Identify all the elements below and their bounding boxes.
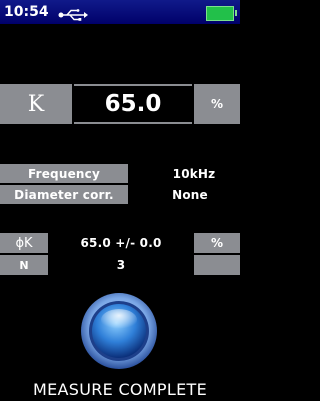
frequency-value-cell[interactable]: 10kHz <box>130 164 240 183</box>
usb-icon <box>58 6 88 25</box>
phik-value: 65.0 +/- 0.0 <box>80 236 162 250</box>
k-symbol: K <box>27 91 45 117</box>
frequency-label: Frequency <box>27 166 101 181</box>
n-unit-cell <box>194 255 240 275</box>
diameter-value-cell[interactable]: None <box>130 185 240 204</box>
frequency-label-cell: Frequency <box>0 164 128 183</box>
k-symbol-cell: K <box>0 84 72 124</box>
phik-label: ϕK <box>15 235 33 251</box>
n-label-cell: N <box>0 255 48 275</box>
n-value-cell: 3 <box>50 255 192 275</box>
status-bar: 10:54 <box>0 0 240 24</box>
k-unit: % <box>210 97 224 111</box>
clock-time: 10:54 <box>4 4 49 20</box>
diameter-corr-label: Diameter corr. <box>14 187 114 202</box>
n-value: 3 <box>116 258 126 272</box>
diameter-corr-value: None <box>172 187 208 202</box>
phik-unit-cell: % <box>194 233 240 253</box>
diameter-label-cell: Diameter corr. <box>0 185 128 204</box>
k-value-cell: 65.0 <box>74 84 192 124</box>
k-unit-cell: % <box>194 84 240 124</box>
battery-icon <box>206 6 237 21</box>
phik-value-cell: 65.0 +/- 0.0 <box>50 233 192 253</box>
measure-button-icon <box>81 293 157 369</box>
phik-unit: % <box>210 236 224 250</box>
phik-label-cell: ϕK <box>0 233 48 253</box>
frequency-value: 10kHz <box>172 166 216 181</box>
n-label: N <box>19 258 29 272</box>
measure-status-text: MEASURE COMPLETE <box>33 380 207 399</box>
k-value: 65.0 <box>104 91 162 117</box>
measure-button[interactable] <box>80 292 158 370</box>
